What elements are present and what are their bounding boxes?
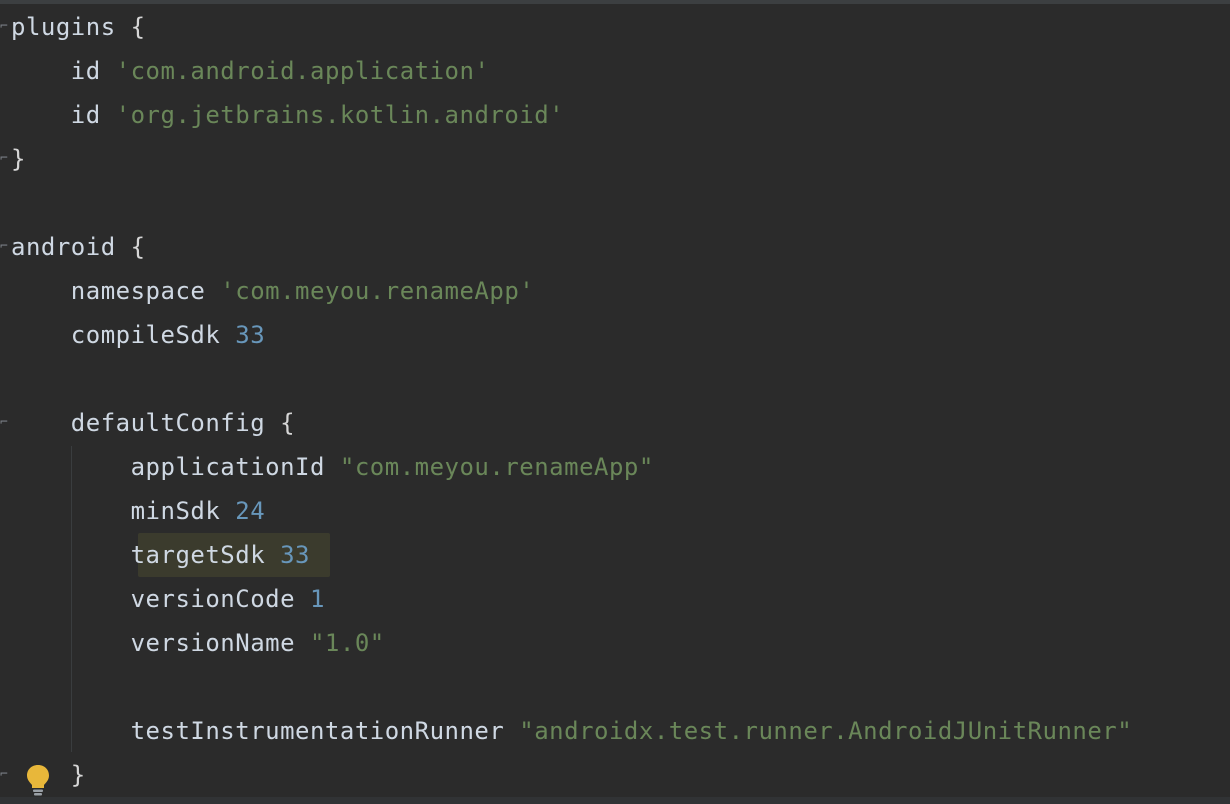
fold-marker-icon[interactable]: ⌐: [0, 152, 8, 166]
code-token: applicationId: [11, 453, 340, 481]
code-token: 'org.jetbrains.kotlin.android': [115, 101, 565, 129]
code-token: id: [11, 101, 116, 129]
code-token: 33: [280, 541, 310, 569]
code-token: minSdk: [11, 497, 236, 525]
editor-top-border: [0, 0, 1230, 4]
code-editor[interactable]: ⌐ ⌐ ⌐ ⌐ ⌐ plugins { id 'com.android.appl…: [0, 0, 1230, 804]
code-line[interactable]: plugins {: [11, 5, 146, 49]
code-line[interactable]: minSdk 24: [11, 489, 265, 533]
code-line[interactable]: namespace 'com.meyou.renameApp': [11, 269, 534, 313]
code-token: versionName: [11, 629, 310, 657]
fold-marker-icon[interactable]: ⌐: [0, 20, 8, 34]
code-token: {: [130, 13, 146, 41]
code-token: 24: [235, 497, 266, 525]
code-line[interactable]: versionCode 1: [11, 577, 325, 621]
lightbulb-icon[interactable]: [25, 763, 51, 797]
code-token: targetSdk: [11, 541, 281, 569]
code-token: {: [280, 409, 296, 437]
fold-marker-icon[interactable]: ⌐: [0, 416, 8, 430]
code-token: {: [130, 233, 146, 261]
code-line[interactable]: android {: [11, 225, 146, 269]
code-token: versionCode: [11, 585, 310, 613]
code-token: compileSdk: [11, 321, 236, 349]
code-token: 1: [309, 585, 325, 613]
code-line[interactable]: compileSdk 33: [11, 313, 265, 357]
code-token: namespace: [11, 277, 221, 305]
editor-bottom-border: [0, 797, 1230, 804]
fold-marker-icon[interactable]: ⌐: [0, 240, 8, 254]
code-token: "com.meyou.renameApp": [339, 453, 654, 481]
code-token: }: [11, 145, 26, 173]
code-token: 'com.android.application': [115, 57, 490, 85]
code-token: "androidx.test.runner.AndroidJUnitRunner…: [519, 717, 1133, 745]
code-line[interactable]: id 'org.jetbrains.kotlin.android': [11, 93, 564, 137]
code-line[interactable]: }: [11, 137, 26, 181]
code-line[interactable]: testInstrumentationRunner "androidx.test…: [11, 709, 1132, 753]
code-line[interactable]: versionName "1.0": [11, 621, 385, 665]
code-token: 'com.meyou.renameApp': [220, 277, 535, 305]
code-token: defaultConfig: [11, 409, 281, 437]
code-token: id: [11, 57, 116, 85]
code-token: "1.0": [309, 629, 385, 657]
code-token: android: [11, 233, 131, 261]
fold-marker-icon[interactable]: ⌐: [0, 768, 8, 782]
code-line[interactable]: defaultConfig {: [11, 401, 295, 445]
code-token: testInstrumentationRunner: [11, 717, 520, 745]
code-line[interactable]: targetSdk 33: [11, 533, 310, 577]
code-token: 33: [235, 321, 266, 349]
code-token: plugins: [11, 13, 131, 41]
code-line[interactable]: id 'com.android.application': [11, 49, 489, 93]
code-line[interactable]: applicationId "com.meyou.renameApp": [11, 445, 654, 489]
